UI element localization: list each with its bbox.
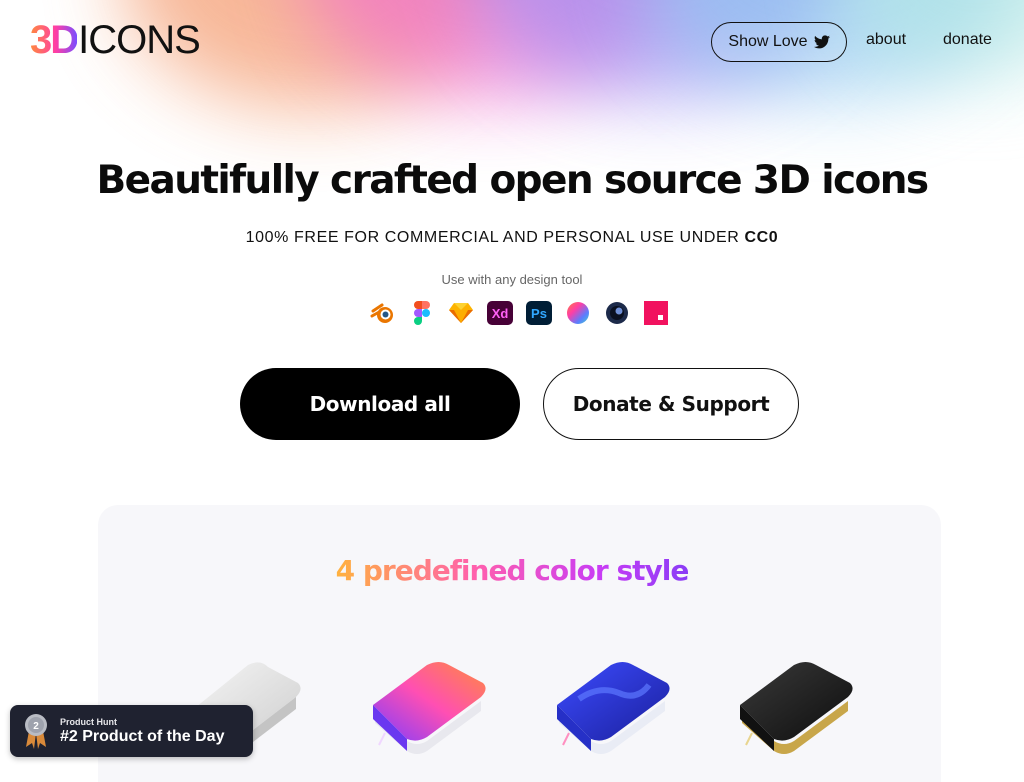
nav-about-link[interactable]: about — [866, 31, 906, 49]
nav-donate-link[interactable]: donate — [943, 31, 992, 49]
svg-text:Xd: Xd — [492, 306, 509, 321]
medal-rank: 2 — [33, 721, 39, 732]
donate-support-button[interactable]: Donate & Support — [543, 368, 799, 440]
cinema4d-icon — [604, 300, 630, 326]
photoshop-icon: Ps — [526, 300, 552, 326]
show-love-button[interactable]: Show Love — [711, 22, 847, 62]
xd-icon: Xd — [487, 300, 513, 326]
figma-icon — [409, 300, 435, 326]
product-hunt-award: #2 Product of the Day — [60, 727, 225, 745]
product-hunt-text: Product Hunt #2 Product of the Day — [60, 717, 224, 746]
medal-icon: 2 — [24, 713, 48, 749]
book-premium-icon[interactable] — [732, 655, 862, 755]
license-name: CC0 — [744, 229, 779, 246]
logo-icons-text: ICONS — [78, 17, 201, 62]
site-logo[interactable]: 3D ICONS — [30, 17, 201, 62]
sketch-icon — [448, 300, 474, 326]
color-sphere-icon — [565, 300, 591, 326]
color-styles-title: 4 predefined color style — [0, 554, 1024, 587]
craft-icon — [643, 300, 669, 326]
product-hunt-source: Product Hunt — [60, 716, 117, 727]
product-hunt-badge[interactable]: 2 Product Hunt #2 Product of the Day — [10, 705, 253, 757]
svg-text:Ps: Ps — [531, 306, 547, 321]
color-styles-title-text: 4 predefined color style — [335, 554, 690, 587]
license-subline: 100% FREE FOR COMMERCIAL AND PERSONAL US… — [0, 229, 1024, 247]
design-tools-row: Xd Ps — [370, 300, 669, 326]
show-love-label: Show Love — [728, 33, 808, 50]
book-color-icon[interactable] — [365, 655, 495, 755]
tools-label: Use with any design tool — [441, 272, 583, 287]
license-subline-text: 100% FREE FOR COMMERCIAL AND PERSONAL US… — [245, 229, 745, 246]
download-all-button[interactable]: Download all — [240, 368, 520, 440]
book-gradient-icon[interactable] — [549, 655, 679, 755]
logo-3d-text: 3D — [30, 17, 79, 62]
twitter-icon — [813, 35, 830, 49]
site-header: 3D ICONS Show Love about donate — [0, 0, 1024, 84]
blender-icon — [370, 300, 396, 326]
hero-headline: Beautifully crafted open source 3D icons — [96, 158, 930, 203]
